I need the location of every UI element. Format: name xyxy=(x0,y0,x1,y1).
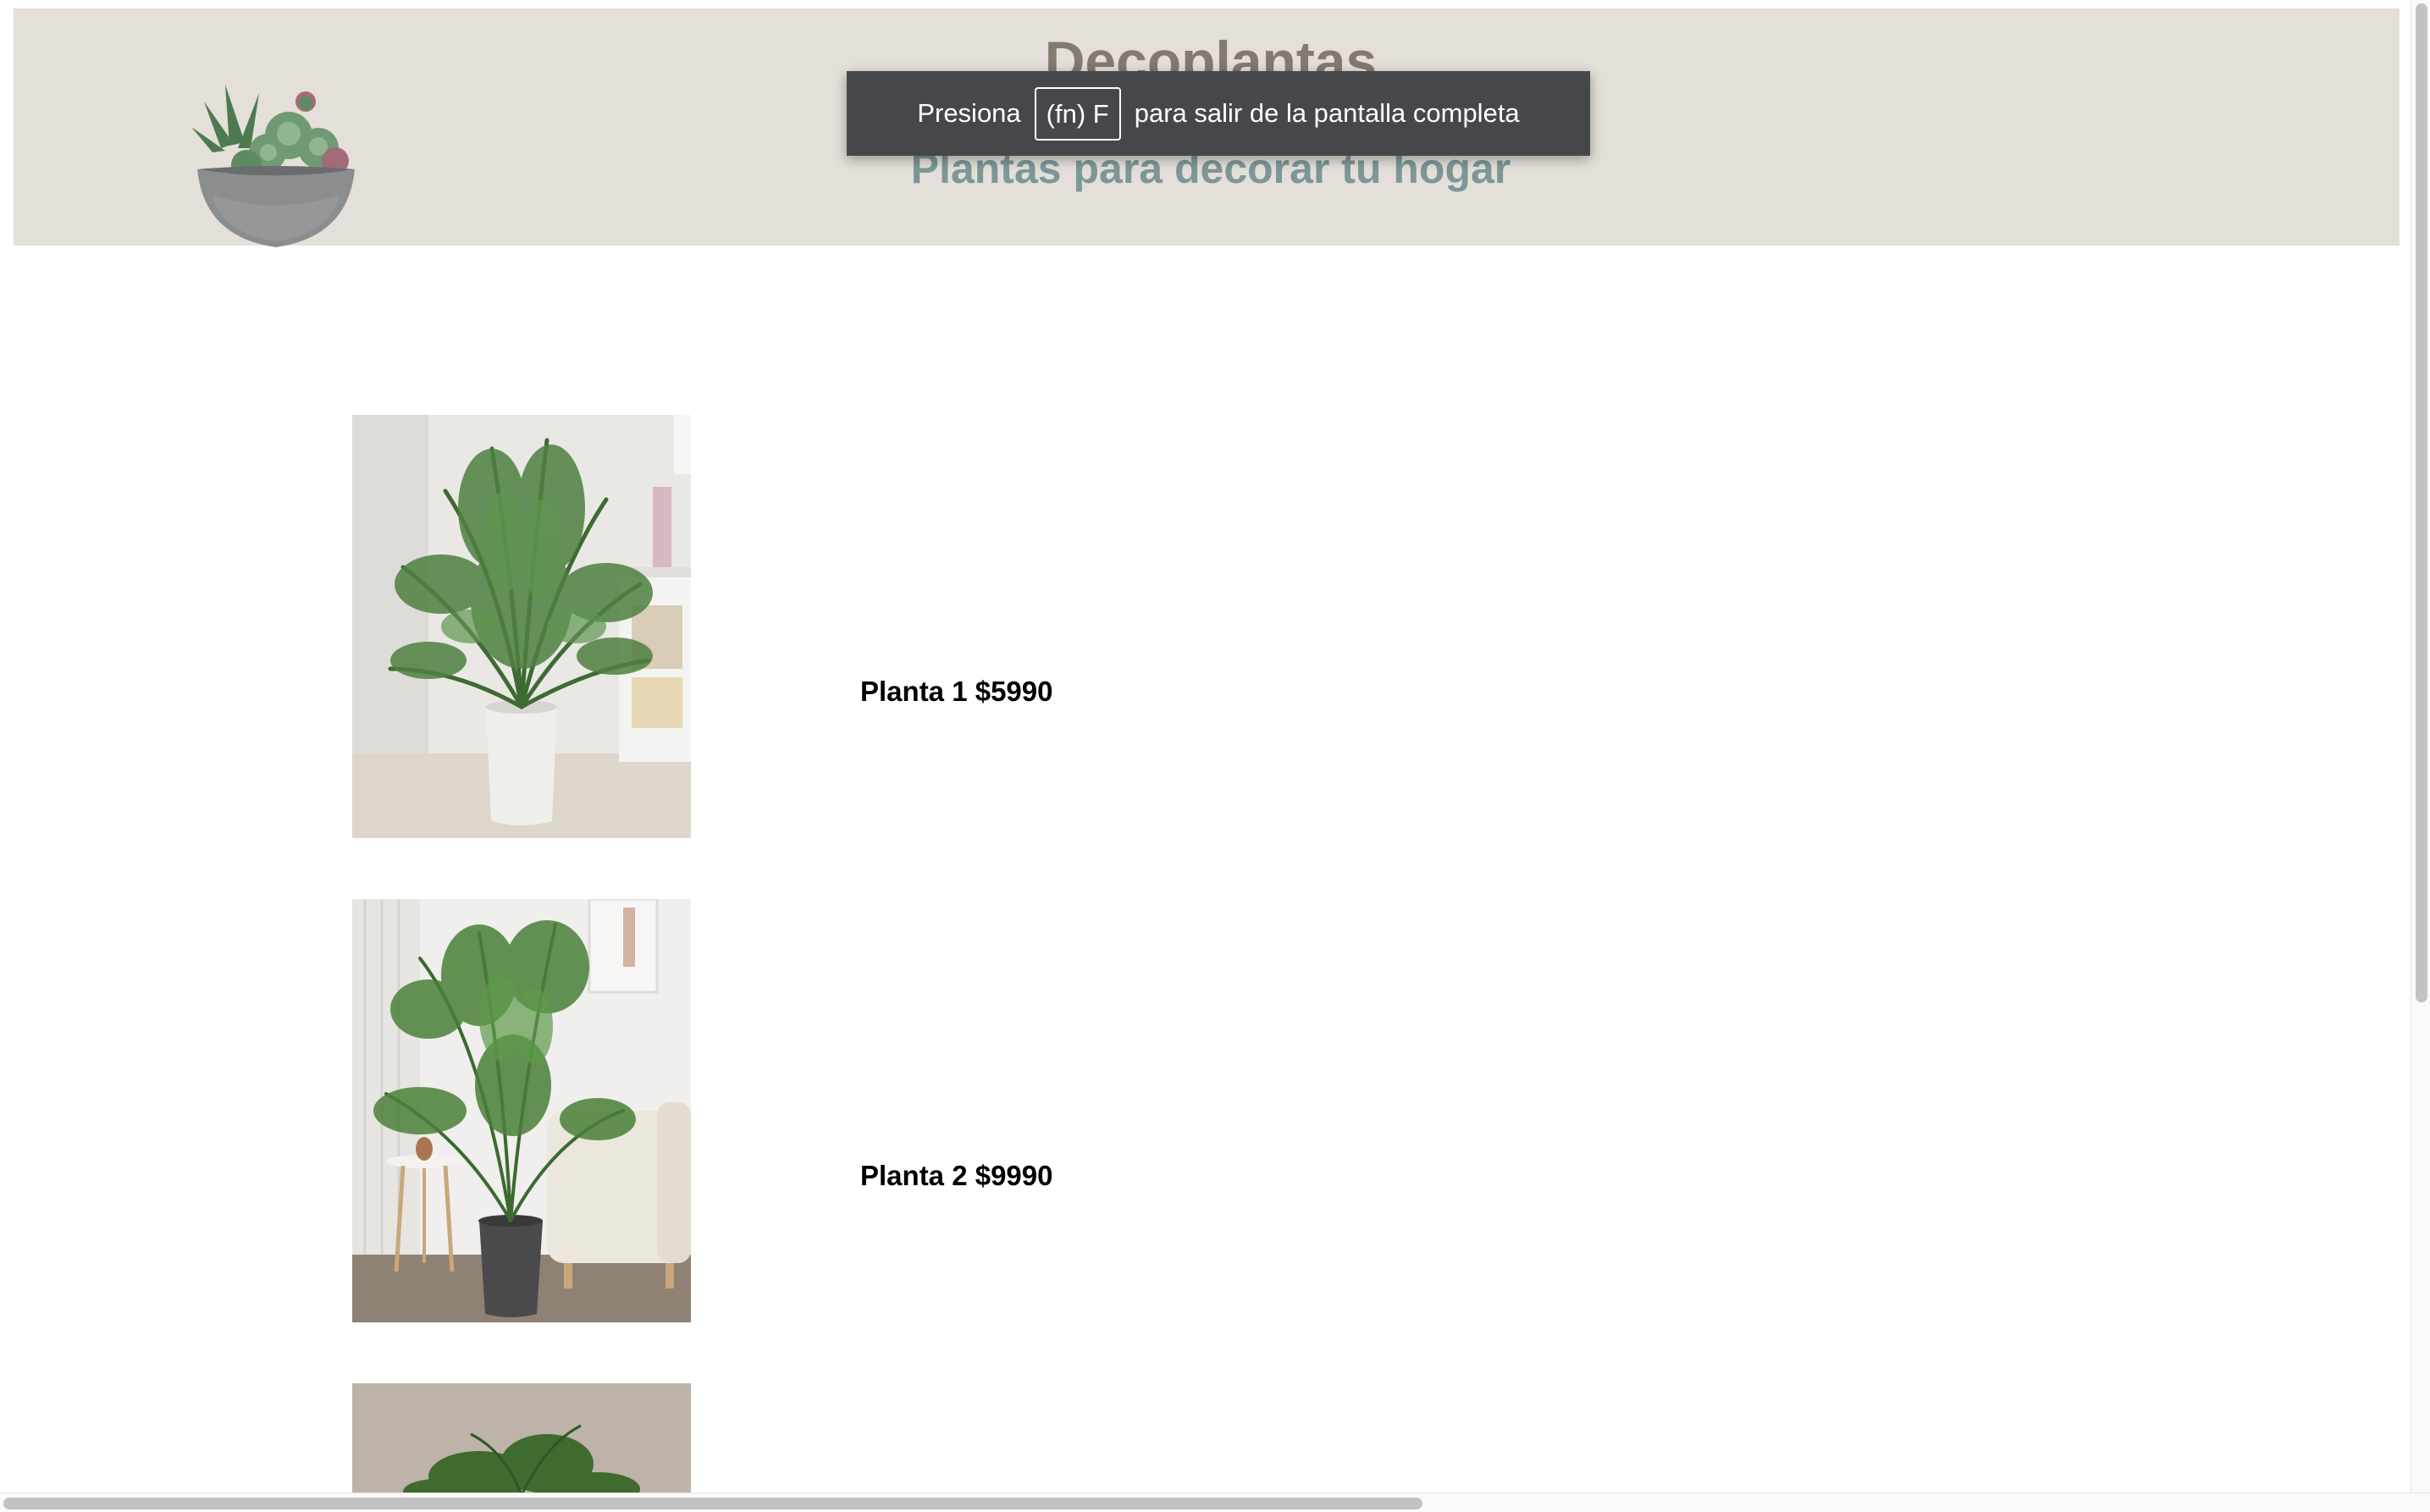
horizontal-scrollbar[interactable] xyxy=(0,1493,2430,1512)
vertical-scrollbar[interactable] xyxy=(2411,0,2430,1495)
notice-suffix: para salir de la pantalla completa xyxy=(1134,98,1520,128)
palm-photo-partial[interactable] xyxy=(352,1383,691,1495)
areca-palm-photo[interactable] xyxy=(352,415,691,838)
kentia-palm-photo[interactable] xyxy=(352,899,691,1322)
horizontal-scrollbar-thumb[interactable] xyxy=(3,1498,1422,1509)
product-label: Planta 1 $5990 xyxy=(860,676,1053,707)
page: Decoplantas Plantas para decorar tu hoga… xyxy=(0,0,2430,1512)
product-label: Planta 2 $9990 xyxy=(860,1160,1053,1191)
fullscreen-exit-notice: Presiona (fn) F para salir de la pantall… xyxy=(847,71,1590,156)
vertical-scrollbar-thumb[interactable] xyxy=(2416,3,2427,1002)
notice-prefix: Presiona xyxy=(917,98,1021,128)
notice-key: (fn) F xyxy=(1034,86,1121,141)
